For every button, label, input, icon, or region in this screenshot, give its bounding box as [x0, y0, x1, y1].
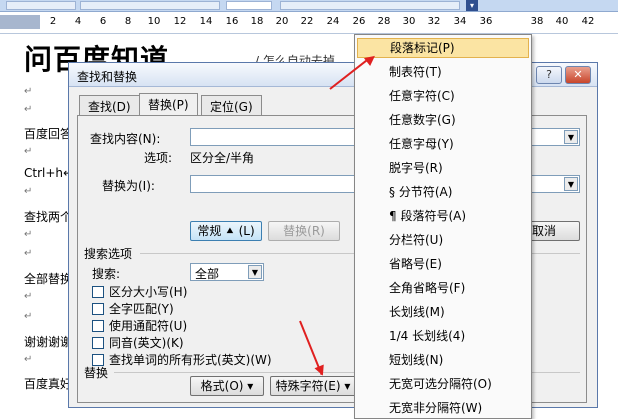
ruler-tick: 36	[479, 16, 493, 27]
ruler-tick: 20	[275, 16, 289, 27]
toolbar-group[interactable]	[6, 1, 76, 10]
ruler-tick: 22	[300, 16, 314, 27]
help-button[interactable]: ?	[536, 66, 562, 84]
chevron-down-icon[interactable]: ▼	[564, 177, 578, 191]
checkbox-label: 查找单词的所有形式(英文)(W)	[109, 353, 272, 367]
more-less-button[interactable]: 常规 ⯅ (L)	[190, 221, 262, 241]
menu-item-paragraph-character[interactable]: ¶ 段落符号(A)	[357, 206, 529, 226]
menu-item-no-width-nonbreak[interactable]: 无宽非分隔符(W)	[357, 398, 529, 418]
ruler-tick: 32	[427, 16, 441, 27]
options-label: 选项:	[144, 151, 173, 165]
chevron-down-icon[interactable]: ▼	[248, 265, 262, 279]
toolbar-group[interactable]	[80, 1, 220, 10]
checkbox-wildcards[interactable]: 使用通配符(U)	[92, 317, 187, 333]
paragraph-mark: ↵	[24, 248, 33, 259]
menu-item-any-character[interactable]: 任意字符(C)	[357, 86, 529, 106]
format-button[interactable]: 格式(O) ▾	[190, 376, 264, 396]
checkbox-whole-word[interactable]: 全字匹配(Y)	[92, 300, 174, 316]
ruler-tick: 42	[581, 16, 595, 27]
toolbar-strip: ▾	[0, 0, 618, 12]
special-characters-button[interactable]: 特殊字符(E) ▾	[270, 376, 356, 396]
menu-item-any-letter[interactable]: 任意字母(Y)	[357, 134, 529, 154]
dialog-title: 查找和替换	[77, 70, 138, 84]
checkbox-label: 使用通配符(U)	[109, 319, 188, 333]
paragraph-mark: ↵	[24, 104, 33, 115]
document-line: 谢谢谢谢	[24, 335, 73, 349]
search-direction-value: 全部	[195, 267, 220, 281]
toolbar-group[interactable]	[280, 1, 460, 10]
paragraph-mark: ↵	[24, 86, 33, 97]
checkbox-box[interactable]	[92, 286, 104, 298]
ruler-tick: 12	[173, 16, 187, 27]
ruler-tick: 30	[402, 16, 416, 27]
checkbox-all-word-forms[interactable]: 查找单词的所有形式(英文)(W)	[92, 351, 272, 367]
toolbar-combo[interactable]	[226, 1, 272, 10]
paragraph-mark: ↵	[24, 146, 33, 157]
menu-item-column-break[interactable]: 分栏符(U)	[357, 230, 529, 250]
document-line: 查找两个	[24, 210, 73, 224]
menu-item-optional-break[interactable]: 无宽可选分隔符(O)	[357, 374, 529, 394]
ruler-tick: 24	[326, 16, 340, 27]
search-options-heading: 搜索选项	[84, 247, 133, 261]
ruler-tick: 10	[147, 16, 161, 27]
document-line: Ctrl+h↵	[24, 166, 74, 180]
search-direction-label: 搜索:	[92, 267, 121, 281]
checkbox-sounds-like[interactable]: 同音(英文)(K)	[92, 334, 184, 350]
menu-item-any-digit[interactable]: 任意数字(G)	[357, 110, 529, 130]
ruler-tick: 26	[352, 16, 366, 27]
paragraph-mark: ↵	[24, 186, 33, 197]
paragraph-mark: ↵	[24, 291, 33, 302]
menu-item-tab[interactable]: 制表符(T)	[357, 62, 529, 82]
checkbox-label: 全字匹配(Y)	[109, 302, 174, 316]
checkbox-box[interactable]	[92, 303, 104, 315]
search-direction-select[interactable]: 全部 ▼	[190, 263, 264, 281]
horizontal-ruler: 2 4 6 8 10 12 14 16 18 20 22 24 26 28 30…	[0, 12, 618, 34]
menu-item-em-dash[interactable]: 长划线(M)	[357, 302, 529, 322]
find-label: 查找内容(N):	[90, 132, 161, 146]
ruler-tick: 28	[377, 16, 391, 27]
ruler-tick: 16	[225, 16, 239, 27]
tab-find[interactable]: 查找(D)	[79, 95, 140, 115]
close-button[interactable]: ✕	[565, 66, 591, 84]
ruler-tick: 40	[555, 16, 569, 27]
paragraph-mark: ↵	[24, 354, 33, 365]
document-line: 百度回答	[24, 127, 73, 141]
toolbar-overflow-icon[interactable]: ▾	[466, 0, 478, 11]
special-characters-menu: 段落标记(P) 制表符(T) 任意字符(C) 任意数字(G) 任意字母(Y) 脱…	[354, 34, 532, 419]
document-line: 全部替换	[24, 272, 73, 286]
menu-item-section-character[interactable]: § 分节符(A)	[357, 182, 529, 202]
menu-item-ellipsis[interactable]: 省略号(E)	[357, 254, 529, 274]
checkbox-box[interactable]	[92, 320, 104, 332]
menu-item-en-dash[interactable]: 短划线(N)	[357, 350, 529, 370]
tab-goto[interactable]: 定位(G)	[201, 95, 262, 115]
ruler-tick: 6	[99, 16, 107, 27]
menu-item-fullwidth-ellipsis[interactable]: 全角省略号(F)	[357, 278, 529, 298]
checkbox-box[interactable]	[92, 337, 104, 349]
tab-replace[interactable]: 替换(P)	[139, 93, 198, 115]
checkbox-label: 同音(英文)(K)	[109, 336, 184, 350]
menu-item-paragraph-mark[interactable]: 段落标记(P)	[357, 38, 529, 58]
ruler-tick: 8	[124, 16, 132, 27]
paragraph-mark: ↵	[24, 311, 33, 322]
ruler-tick: 38	[530, 16, 544, 27]
chevron-down-icon[interactable]: ▼	[564, 130, 578, 144]
document-line: 百度真好	[24, 377, 73, 391]
ruler-tick: 34	[453, 16, 467, 27]
replace-label: 替换为(I):	[102, 179, 155, 193]
menu-item-quarter-em-dash[interactable]: 1/4 长划线(4)	[357, 326, 529, 346]
menu-item-caret[interactable]: 脱字号(R)	[357, 158, 529, 178]
checkbox-match-case[interactable]: 区分大小写(H)	[92, 283, 187, 299]
ruler-margin	[0, 15, 40, 29]
replace-button[interactable]: 替换(R)	[268, 221, 340, 241]
ruler-tick: 4	[74, 16, 82, 27]
checkbox-label: 区分大小写(H)	[109, 285, 188, 299]
paragraph-mark: ↵	[24, 229, 33, 240]
ruler-tick: 14	[199, 16, 213, 27]
ruler-tick: 2	[49, 16, 57, 27]
ruler-tick: 18	[250, 16, 264, 27]
options-value: 区分全/半角	[190, 151, 255, 165]
replace-section-heading: 替换	[84, 366, 109, 380]
